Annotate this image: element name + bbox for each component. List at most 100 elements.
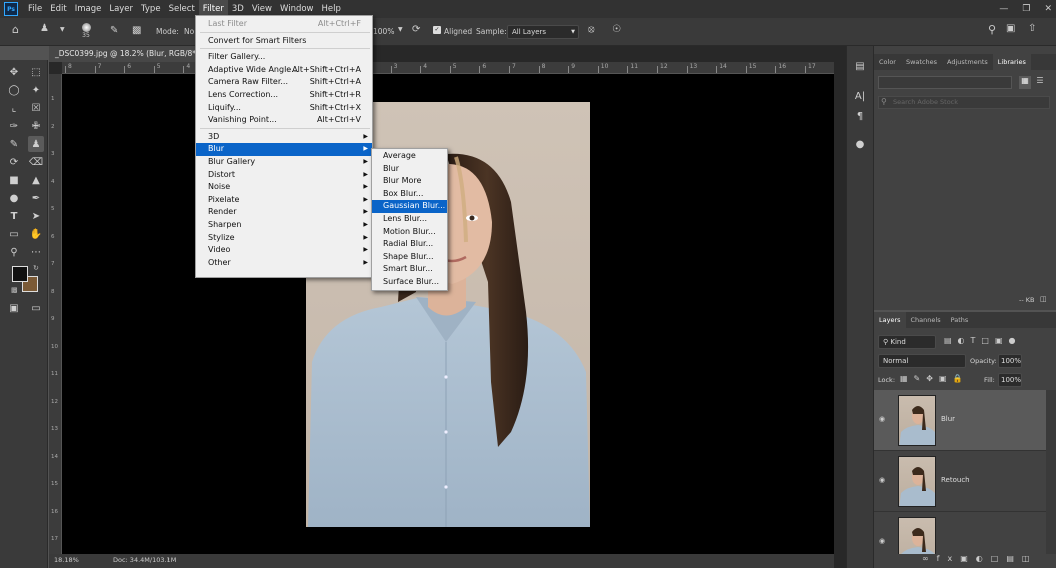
filter-menu-item-convert-for-smart-filters[interactable]: Convert for Smart Filters: [196, 35, 372, 48]
menu-file[interactable]: File: [24, 0, 46, 18]
fill-input[interactable]: 100%: [998, 373, 1022, 387]
paragraph-panel-icon[interactable]: ¶: [852, 108, 868, 124]
more-tools-icon[interactable]: ⋯: [28, 244, 44, 260]
menu-type[interactable]: Type: [137, 0, 165, 18]
pressure-opacity-icon[interactable]: ⟳: [412, 24, 420, 35]
filter-menu-item-liquify[interactable]: Liquify... Shift+Ctrl+X: [196, 102, 372, 115]
lasso-tool-icon[interactable]: ◯: [6, 82, 22, 98]
filter-menu-item-adaptive-wide-angle[interactable]: Adaptive Wide Angle... Alt+Shift+Ctrl+A: [196, 64, 372, 77]
menu-select[interactable]: Select: [165, 0, 199, 18]
filter-menu-item-vanishing-point[interactable]: Vanishing Point... Alt+Ctrl+V: [196, 114, 372, 127]
layer-name[interactable]: Blur: [941, 415, 955, 423]
menu-image[interactable]: Image: [71, 0, 106, 18]
layer-row[interactable]: ◉ Retouch: [874, 451, 1046, 512]
quick-mask-icon[interactable]: ▣: [6, 300, 22, 316]
tab-color[interactable]: Color: [874, 54, 901, 70]
eyedropper-tool-icon[interactable]: ✑: [6, 118, 22, 134]
filter-menu-item-blur-gallery[interactable]: Blur Gallery ▶: [196, 156, 372, 169]
tab-adjustments[interactable]: Adjustments: [942, 54, 993, 70]
opacity-input[interactable]: 100%: [373, 27, 394, 36]
filter-menu-item-render[interactable]: Render ▶: [196, 206, 372, 219]
visibility-eye-icon[interactable]: ◉: [879, 415, 885, 423]
tab-channels[interactable]: Channels: [906, 312, 946, 328]
mode-dropdown[interactable]: No: [184, 27, 194, 36]
filter-menu-item-sharpen[interactable]: Sharpen ▶: [196, 219, 372, 232]
menu-edit[interactable]: Edit: [46, 0, 70, 18]
quick-selection-tool-icon[interactable]: ✦: [28, 82, 44, 98]
learn-panel-icon[interactable]: ●: [852, 136, 868, 152]
filter-kind-dropdown[interactable]: ⚲ Kind: [878, 335, 936, 349]
opacity-chevron-icon[interactable]: ▼: [398, 26, 403, 33]
blur-submenu-item-blur-more[interactable]: Blur More: [372, 175, 447, 188]
blur-submenu-item-average[interactable]: Average: [372, 150, 447, 163]
dodge-tool-icon[interactable]: ●: [6, 190, 22, 206]
blur-submenu-item-blur[interactable]: Blur: [372, 163, 447, 176]
close-icon[interactable]: ✕: [1044, 4, 1052, 14]
blur-submenu-item-box-blur[interactable]: Box Blur...: [372, 188, 447, 201]
crop-tool-icon[interactable]: ⌞: [6, 100, 22, 116]
clone-stamp-tool-icon[interactable]: ♟: [28, 136, 44, 152]
layer-row[interactable]: ◉Background▣: [874, 512, 1046, 554]
blur-submenu-item-motion-blur[interactable]: Motion Blur...: [372, 226, 447, 239]
home-icon[interactable]: ⌂: [12, 23, 19, 36]
character-panel-icon[interactable]: A|: [852, 88, 868, 104]
workspace-icon[interactable]: ▣: [1006, 23, 1015, 34]
blur-submenu-item-gaussian-blur[interactable]: Gaussian Blur...: [372, 200, 447, 213]
zoom-level[interactable]: 18.18%: [54, 556, 79, 564]
healing-brush-tool-icon[interactable]: ✙: [28, 118, 44, 134]
layer-opacity-input[interactable]: 100%: [998, 354, 1022, 368]
frame-tool-icon[interactable]: ☒: [28, 100, 44, 116]
stock-search-input[interactable]: Search Adobe Stock: [878, 96, 1050, 109]
filter-menu-item-camera-raw-filter[interactable]: Camera Raw Filter... Shift+Ctrl+A: [196, 76, 372, 89]
minimize-icon[interactable]: —: [999, 4, 1008, 14]
list-view-icon[interactable]: ☰: [1034, 76, 1046, 89]
layers-scrollbar[interactable]: [1046, 390, 1056, 554]
library-dropdown[interactable]: [878, 76, 1012, 89]
path-selection-tool-icon[interactable]: ➤: [28, 208, 44, 224]
filter-menu-item-pixelate[interactable]: Pixelate ▶: [196, 194, 372, 207]
clone-stamp-tool-icon[interactable]: ♟: [40, 23, 49, 34]
blur-tool-icon[interactable]: ▲: [28, 172, 44, 188]
filter-menu-item-noise[interactable]: Noise ▶: [196, 181, 372, 194]
trash-icon[interactable]: ◫: [1040, 295, 1047, 303]
filter-menu-item-distort[interactable]: Distort ▶: [196, 169, 372, 182]
move-tool-icon[interactable]: ✥: [6, 64, 22, 80]
type-tool-icon[interactable]: T: [6, 208, 22, 224]
eraser-tool-icon[interactable]: ⌫: [28, 154, 44, 170]
blur-submenu-item-lens-blur[interactable]: Lens Blur...: [372, 213, 447, 226]
sample-dropdown[interactable]: All Layers ▼: [507, 25, 579, 39]
history-brush-tool-icon[interactable]: ⟳: [6, 154, 22, 170]
swap-colors-icon[interactable]: ↻: [33, 264, 39, 272]
clone-source-icon[interactable]: ▩: [132, 25, 141, 36]
tab-libraries[interactable]: Libraries: [992, 54, 1031, 70]
share-icon[interactable]: ⇧: [1028, 23, 1036, 34]
search-icon[interactable]: ⚲: [988, 23, 996, 36]
history-panel-icon[interactable]: ▤: [852, 58, 868, 74]
filter-menu-item-lens-correction[interactable]: Lens Correction... Shift+Ctrl+R: [196, 89, 372, 102]
filter-menu-item-blur[interactable]: Blur ▶: [196, 143, 372, 156]
blend-mode-dropdown[interactable]: Normal: [878, 354, 966, 368]
filter-menu-item-filter-gallery[interactable]: Filter Gallery...: [196, 51, 372, 64]
foreground-color-swatch[interactable]: [12, 266, 28, 282]
blur-submenu-item-shape-blur[interactable]: Shape Blur...: [372, 251, 447, 264]
grid-view-icon[interactable]: ▦: [1019, 76, 1031, 89]
lock-icons[interactable]: ▦✎✥▣🔒: [900, 374, 968, 383]
screen-mode-icon[interactable]: ▭: [28, 300, 44, 316]
layer-footer-icons[interactable]: ∞fx▣◐□▤◫: [874, 554, 1056, 568]
layer-name[interactable]: Retouch: [941, 476, 970, 484]
filter-menu-item-video[interactable]: Video ▶: [196, 244, 372, 257]
blur-submenu-item-radial-blur[interactable]: Radial Blur...: [372, 238, 447, 251]
visibility-eye-icon[interactable]: ◉: [879, 476, 885, 484]
filter-menu-item-stylize[interactable]: Stylize ▶: [196, 232, 372, 245]
brush-preview[interactable]: 35: [78, 22, 94, 42]
tab-layers[interactable]: Layers: [874, 312, 906, 328]
filter-menu-item-other[interactable]: Other ▶: [196, 257, 372, 270]
restore-icon[interactable]: ❐: [1022, 4, 1030, 14]
menu-layer[interactable]: Layer: [105, 0, 137, 18]
brush-settings-icon[interactable]: ✎: [110, 25, 118, 36]
hand-tool-icon[interactable]: ✋: [28, 226, 44, 242]
layer-filter-icons[interactable]: ▤◐T□▣●: [944, 336, 1022, 345]
brush-tool-icon[interactable]: ✎: [6, 136, 22, 152]
aligned-checkbox[interactable]: ✓: [433, 26, 441, 34]
rectangle-tool-icon[interactable]: ▭: [6, 226, 22, 242]
